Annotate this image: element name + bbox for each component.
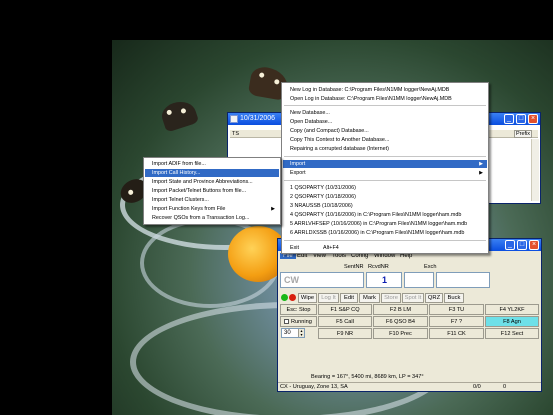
menu-item-recent-3[interactable]: 3 NRAUSSB (10/18/2006): [283, 202, 487, 210]
submenu-arrow-icon: ▶: [271, 206, 275, 212]
f4-key[interactable]: F4 YL2KF: [485, 304, 539, 315]
menu-item-copy-contest[interactable]: Copy This Contest to Another Database...: [283, 136, 487, 144]
background-window-title: 10/31/2006: [240, 115, 276, 122]
window-app-icon: [230, 115, 238, 123]
status-zero: 0: [503, 384, 507, 390]
exch-label: Exch: [424, 264, 437, 270]
status-qso-count: 0/0: [473, 384, 481, 390]
running-checkbox[interactable]: [284, 319, 289, 325]
green-led-icon: [281, 294, 288, 301]
close-icon[interactable]: ×: [528, 114, 538, 124]
close-icon[interactable]: ×: [529, 240, 539, 250]
sent-nr-label: SentNR: [344, 264, 364, 270]
menu-item-new-log[interactable]: New Log in Database: C:\Program Files\N1…: [283, 86, 487, 94]
import-submenu: Import ADIF from file... Import Call His…: [143, 157, 281, 225]
submenu-arrow-icon: ▶: [479, 170, 483, 176]
butterfly-image: [158, 97, 200, 133]
rcvd-nr-input[interactable]: [404, 272, 434, 288]
f9-key[interactable]: F9 NR: [318, 328, 372, 339]
esc-stop-key[interactable]: Esc: Stop: [280, 304, 317, 315]
entry-window[interactable]: _ □ × File Edit View Tools Config Window…: [277, 238, 542, 392]
menu-item-import[interactable]: Import ▶: [283, 160, 487, 168]
rcvd-nr-label: RcvdNR: [368, 264, 389, 270]
import-label: Import: [290, 161, 306, 167]
f5-key[interactable]: F5 Call: [318, 316, 372, 327]
f11-key[interactable]: F11 CK: [429, 328, 484, 339]
menu-item-recent-4[interactable]: 4 QSOPARTY (10/16/2006) in C:\Program Fi…: [283, 211, 487, 219]
call-input[interactable]: CW: [280, 272, 364, 288]
submenu-item-import-packet-buttons[interactable]: Import Packet/Telnet Buttons from file..…: [145, 187, 279, 195]
status-country: CX - Uruguay, Zone 13, SA: [280, 384, 348, 390]
submenu-item-import-function-keys[interactable]: Import Function Keys from File ▶: [145, 205, 279, 213]
maximize-icon[interactable]: □: [517, 240, 527, 250]
menu-separator: [284, 240, 486, 241]
submenu-item-import-state-province[interactable]: Import State and Province Abbreviations.…: [145, 178, 279, 186]
menu-item-copy-compact[interactable]: Copy (and Compact) Database...: [283, 127, 487, 135]
red-led-icon: [289, 294, 296, 301]
menu-separator: [284, 180, 486, 181]
qrz-button[interactable]: QRZ: [425, 293, 443, 303]
f8-key[interactable]: F8 Agn: [485, 316, 539, 327]
log-it-button[interactable]: Log It: [318, 293, 339, 303]
f7-key[interactable]: F7 ?: [429, 316, 484, 327]
exit-shortcut: Alt+F4: [323, 245, 339, 251]
bearing-info: Bearing = 167°, 5400 mi, 8689 km, LP = 3…: [311, 374, 424, 380]
function-keys-label: Import Function Keys from File: [152, 206, 226, 212]
export-label: Export: [290, 170, 306, 176]
exit-label: Exit: [290, 245, 299, 251]
menu-item-recent-5[interactable]: 5 ARRLVHFSEP (10/16/2006) in C:\Program …: [283, 220, 487, 228]
vertical-scrollbar[interactable]: [531, 139, 539, 201]
edit-button[interactable]: Edit: [340, 293, 358, 303]
menu-separator: [284, 156, 486, 157]
f2-key[interactable]: F2 B LM: [373, 304, 428, 315]
minimize-icon[interactable]: _: [505, 240, 515, 250]
running-label: Running: [291, 319, 312, 325]
menu-item-export[interactable]: Export ▶: [283, 169, 487, 177]
menu-item-recent-1[interactable]: 1 QSOPARTY (10/31/2006): [283, 184, 487, 192]
running-mode-toggle[interactable]: Running: [280, 316, 317, 327]
maximize-icon[interactable]: □: [516, 114, 526, 124]
menu-item-recent-2[interactable]: 2 QSOPARTY (10/18/2006): [283, 193, 487, 201]
call-placeholder: CW: [284, 275, 299, 285]
buck-button[interactable]: Buck: [444, 293, 464, 303]
f10-key[interactable]: F10 Prec: [373, 328, 428, 339]
f6-key[interactable]: F6 QSO B4: [373, 316, 428, 327]
speed-spinner[interactable]: 30 ▴ ▾: [281, 328, 305, 338]
speed-value: 30: [284, 330, 291, 336]
mark-button[interactable]: Mark: [359, 293, 380, 303]
store-button[interactable]: Store: [381, 293, 401, 303]
submenu-item-import-adif[interactable]: Import ADIF from file...: [145, 160, 279, 168]
menu-item-recent-6[interactable]: 6 ARRLDXSSB (10/16/2006) in C:\Program F…: [283, 229, 487, 237]
menu-item-repair[interactable]: Repairing a corrupted database (Internet…: [283, 145, 487, 153]
menu-item-exit[interactable]: Exit Alt+F4: [283, 244, 487, 252]
submenu-arrow-icon: ▶: [479, 161, 483, 167]
submenu-item-import-call-history[interactable]: Import Call History...: [145, 169, 279, 177]
sent-nr-value: 1: [382, 275, 388, 285]
column-prefix: Prefix: [513, 130, 532, 138]
submenu-item-import-telnet-clusters[interactable]: Import Telnet Clusters...: [145, 196, 279, 204]
f12-key[interactable]: F12 Sect: [485, 328, 539, 339]
status-bar: CX - Uruguay, Zone 13, SA 0/0 0: [278, 382, 541, 391]
menu-item-open-database[interactable]: Open Database...: [283, 118, 487, 126]
column-ts: TS: [232, 131, 240, 137]
sent-nr-input[interactable]: 1: [366, 272, 402, 288]
file-menu: New Log in Database: C:\Program Files\N1…: [281, 82, 489, 254]
desktop: 10/31/2006 _ □ × TS Prefix _ □ × File Ed…: [0, 0, 553, 415]
spot-it-button[interactable]: Spot It: [402, 293, 424, 303]
menu-item-new-database[interactable]: New Database...: [283, 109, 487, 117]
exch-input[interactable]: [436, 272, 490, 288]
menu-item-open-log[interactable]: Open Log in Database: C:\Program Files\N…: [283, 95, 487, 103]
wipe-button[interactable]: Wipe: [298, 293, 317, 303]
f3-key[interactable]: F3 TU: [429, 304, 484, 315]
menu-separator: [284, 105, 486, 106]
minimize-icon[interactable]: _: [504, 114, 514, 124]
spinner-arrows-icon[interactable]: ▴ ▾: [298, 329, 304, 337]
submenu-item-recover-qsos[interactable]: Recover QSOs from a Transaction Log...: [145, 214, 279, 222]
f1-key[interactable]: F1 S&P CQ: [318, 304, 372, 315]
